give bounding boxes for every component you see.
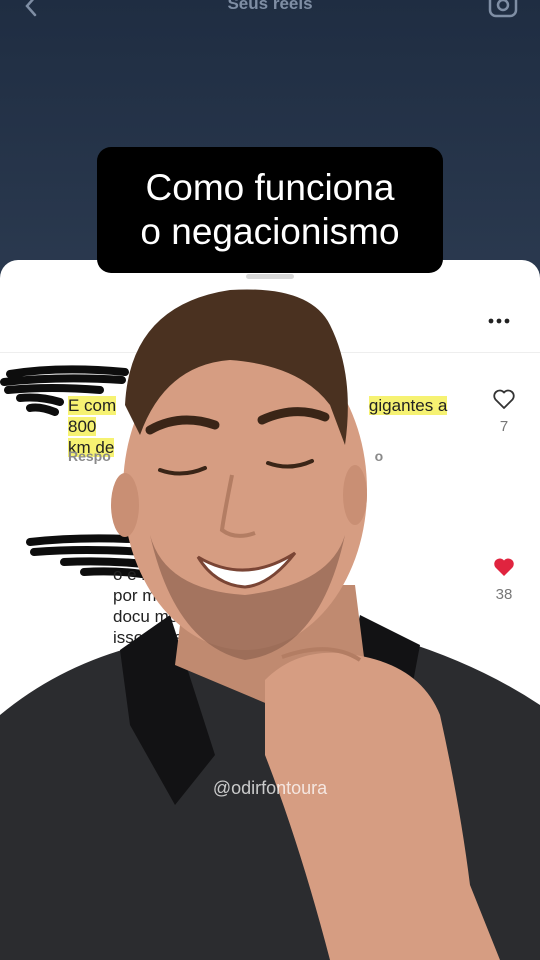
page-title: Seus reels xyxy=(227,0,313,13)
watermark: @odirfontoura xyxy=(212,778,328,798)
camera-icon[interactable] xyxy=(488,0,518,18)
top-bar: Seus reels xyxy=(0,0,540,30)
reel-frame: Seus reels Como funciona o negacionismo … xyxy=(0,0,540,960)
caption-box: Como funciona o negacionismo xyxy=(97,147,443,273)
caption-text: Como funciona o negacionismo xyxy=(140,167,400,252)
sheet-handle[interactable] xyxy=(246,274,294,279)
presenter-image xyxy=(0,289,540,960)
